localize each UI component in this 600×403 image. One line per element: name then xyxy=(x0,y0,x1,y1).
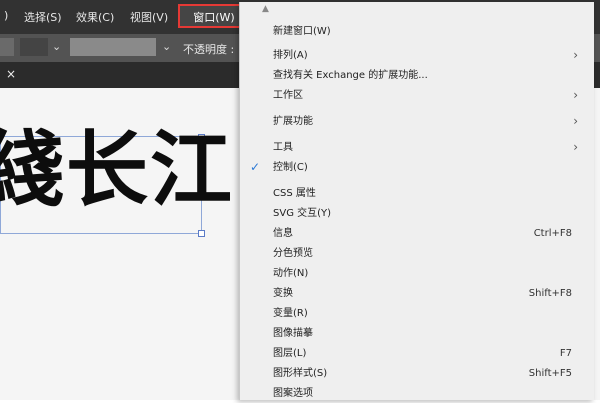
menu-item-label: 动作(N) xyxy=(273,268,309,279)
menu-item[interactable]: 扩展功能 › xyxy=(240,112,594,131)
menu-item-label: 控制(C) xyxy=(273,162,308,173)
close-icon[interactable]: × xyxy=(6,67,16,81)
checkmark-icon: ✓ xyxy=(250,160,261,174)
menu-item[interactable]: 排列(A) › xyxy=(240,46,594,65)
menu-item-label: 图层(L) xyxy=(273,348,307,359)
menu-item[interactable]: 信息 Ctrl+F8 xyxy=(240,224,594,243)
chevron-right-icon: › xyxy=(573,48,578,62)
menu-item-label: 排列(A) xyxy=(273,50,308,61)
window-menu-dropdown: 新建窗口(W) 排列(A) › 查找有关 Exchange 的扩展功能... 工作区 › 扩… xyxy=(239,2,594,400)
chevron-down-icon[interactable]: ⌄ xyxy=(52,40,61,53)
menu-item-shortcut: F7 xyxy=(559,348,572,359)
menu-item-shortcut: Ctrl+F8 xyxy=(533,228,572,239)
menu-arrow-icon: ▲ xyxy=(262,4,269,14)
menu-item-label: 工作区 xyxy=(273,90,303,101)
menu-view[interactable]: 视图(V) xyxy=(130,9,168,25)
menu-item-shortcut: Shift+F5 xyxy=(528,368,572,379)
menu-item[interactable]: CSS 属性 xyxy=(240,184,594,203)
menu-item[interactable]: 变换 Shift+F8 xyxy=(240,284,594,303)
menu-item[interactable]: 图形样式(S) Shift+F5 xyxy=(240,364,594,383)
menu-item-label: 信息 xyxy=(273,228,293,239)
menu-item[interactable]: 工作区 › xyxy=(240,86,594,105)
menu-item[interactable]: 工具 › xyxy=(240,138,594,157)
menu-select[interactable]: 选择(S) xyxy=(24,9,62,25)
stroke-weight-box[interactable] xyxy=(20,38,48,56)
menu-item-label: 图案选项 xyxy=(273,388,313,399)
menu-item-label: SVG 交互(Y) xyxy=(273,208,332,219)
chevron-right-icon: › xyxy=(573,114,578,128)
menu-item-label: 新建窗口(W) xyxy=(273,26,331,37)
brush-style-box[interactable] xyxy=(70,38,156,56)
menu-item[interactable]: 分色预览 xyxy=(240,244,594,263)
menu-item[interactable]: 图像描摹 xyxy=(240,324,594,343)
menu-item-label: 分色预览 xyxy=(273,248,313,259)
menu-item[interactable]: 新建窗口(W) xyxy=(240,22,594,41)
menu-item-shortcut: Shift+F8 xyxy=(528,288,572,299)
menu-item[interactable]: SVG 交互(Y) xyxy=(240,204,594,223)
menu-item-label: 查找有关 Exchange 的扩展功能... xyxy=(273,70,428,81)
menu-item-label: CSS 属性 xyxy=(273,188,316,199)
selection-handle[interactable] xyxy=(198,230,205,237)
stroke-swatch[interactable] xyxy=(0,38,14,56)
menu-item-label: 图形样式(S) xyxy=(273,368,328,379)
menu-item[interactable]: 图层(L) F7 xyxy=(240,344,594,363)
chevron-down-icon[interactable]: ⌄ xyxy=(162,40,171,53)
menu-item[interactable]: 变量(R) xyxy=(240,304,594,323)
menu-effect[interactable]: 效果(C) xyxy=(76,9,114,25)
opacity-label: 不透明度 : xyxy=(183,43,235,56)
menu-item[interactable]: 图案选项 xyxy=(240,384,594,403)
menu-item[interactable]: 动作(N) xyxy=(240,264,594,283)
menu-partial[interactable]: ) xyxy=(4,9,8,22)
chevron-right-icon: › xyxy=(573,140,578,154)
menu-item-label: 变量(R) xyxy=(273,308,308,319)
menu-item-label: 工具 xyxy=(273,142,293,153)
menu-item[interactable]: ✓ 控制(C) xyxy=(240,158,594,177)
artboard-text[interactable]: 綫长江 xyxy=(0,130,234,212)
menu-item-label: 扩展功能 xyxy=(273,116,313,127)
menu-item-label: 变换 xyxy=(273,288,293,299)
menu-item-label: 图像描摹 xyxy=(273,328,313,339)
chevron-right-icon: › xyxy=(573,88,578,102)
menu-item[interactable]: 查找有关 Exchange 的扩展功能... xyxy=(240,66,594,85)
